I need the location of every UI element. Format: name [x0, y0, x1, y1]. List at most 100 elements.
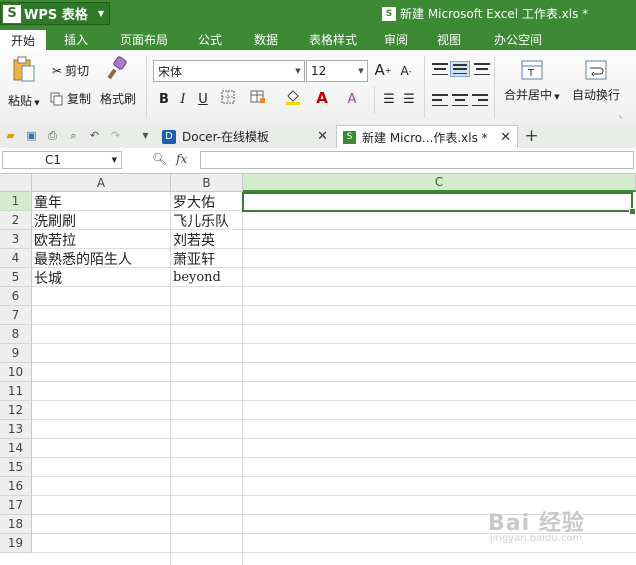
document-tab-bar: ▰ ▣ ⎙ ⌕ ↶ ↷ ▼ D Docer-在线模板 ✕ S 新建 Micro.… [0, 124, 636, 149]
decrease-indent-button[interactable]: ☰ [380, 90, 398, 108]
underline-button[interactable]: U [194, 90, 212, 108]
row-header[interactable]: 19 [0, 534, 32, 553]
column-header-a[interactable]: A [32, 174, 171, 192]
wps-logo-icon: S [3, 4, 21, 23]
align-bottom-button[interactable] [474, 63, 490, 75]
font-color-button[interactable]: A [313, 89, 331, 107]
menu-data[interactable]: 数据 [238, 28, 294, 50]
fill-color-button[interactable] [284, 90, 302, 108]
increase-indent-button[interactable]: ☰ [400, 90, 418, 108]
close-icon[interactable]: ✕ [317, 129, 328, 144]
merge-center-label: 合并居中 [504, 88, 553, 102]
align-middle-button[interactable] [450, 61, 470, 77]
menu-review[interactable]: 审阅 [372, 28, 420, 50]
grow-font-button[interactable]: A + [374, 61, 392, 79]
row-header[interactable]: 4 [0, 249, 32, 268]
align-top-button[interactable] [432, 63, 448, 75]
row-divider [32, 362, 636, 363]
row-header[interactable]: 2 [0, 211, 32, 230]
menu-home[interactable]: 开始 [0, 28, 46, 50]
cell-a3[interactable]: 欧若拉 [32, 230, 170, 249]
cell-b4[interactable]: 萧亚轩 [171, 249, 242, 268]
print-icon[interactable]: ⎙ [45, 128, 60, 143]
print-preview-icon[interactable]: ⌕ [66, 128, 81, 143]
clear-format-button[interactable]: A [343, 90, 361, 108]
row-header[interactable]: 10 [0, 363, 32, 382]
app-name: WPS 表格 [24, 8, 88, 23]
borders-button[interactable] [219, 90, 237, 108]
tab-current-workbook[interactable]: S 新建 Micro...作表.xls * ✕ [336, 125, 518, 148]
row-header[interactable]: 7 [0, 306, 32, 325]
shrink-font-button[interactable]: A- [397, 62, 415, 80]
cut-button[interactable]: ✂ 剪切 [52, 62, 89, 79]
merge-center-button[interactable]: T 合并居中 ▼ [504, 60, 560, 103]
tab-label: 新建 Micro...作表.xls * [362, 130, 488, 145]
row-header[interactable]: 1 [0, 192, 32, 211]
menu-formulas[interactable]: 公式 [182, 28, 238, 50]
cell-a5[interactable]: 长城 [32, 268, 170, 287]
cell-b3[interactable]: 刘若英 [171, 230, 242, 249]
row-divider [32, 381, 636, 382]
row-header[interactable]: 6 [0, 287, 32, 306]
row-header[interactable]: 15 [0, 458, 32, 477]
dialog-launcher-icon[interactable]: ⌞ [619, 110, 623, 119]
row-header[interactable]: 8 [0, 325, 32, 344]
menu-insert[interactable]: 插入 [46, 28, 106, 50]
magnifier-icon[interactable]: 🔍︎ [152, 152, 167, 166]
fill-pattern-button[interactable] [249, 90, 267, 108]
watermark-subtext: jingyan.baidu.com [490, 533, 583, 544]
align-right-button[interactable] [472, 94, 488, 106]
close-icon[interactable]: ✕ [500, 130, 511, 145]
save-icon[interactable]: ▣ [24, 128, 39, 143]
row-header[interactable]: 14 [0, 439, 32, 458]
cell-b5[interactable]: beyond [171, 268, 242, 287]
row-header[interactable]: 12 [0, 401, 32, 420]
row-header[interactable]: 3 [0, 230, 32, 249]
format-painter-button[interactable]: 格式刷 [100, 56, 136, 107]
new-tab-plus-icon[interactable]: + [524, 126, 539, 146]
open-folder-icon[interactable]: ▰ [3, 128, 18, 143]
row-header[interactable]: 18 [0, 515, 32, 534]
undo-icon[interactable]: ↶ [87, 128, 102, 143]
font-name-select[interactable]: 宋体 ▼ [153, 60, 305, 82]
name-box[interactable]: C1 ▼ [2, 151, 122, 169]
app-menu-button[interactable]: S WPS 表格 ▼ [0, 2, 110, 25]
redo-icon[interactable]: ↷ [108, 128, 123, 143]
copy-button[interactable]: 复制 [50, 90, 91, 107]
menu-office-space[interactable]: 办公空间 [478, 28, 558, 50]
row-header[interactable]: 13 [0, 420, 32, 439]
insert-function-button[interactable]: fx [176, 152, 187, 166]
cell-a4[interactable]: 最熟悉的陌生人 [32, 249, 170, 268]
row-header[interactable]: 5 [0, 268, 32, 287]
align-center-button[interactable] [452, 94, 468, 106]
customize-toolbar-icon[interactable]: ▼ [138, 128, 153, 143]
tab-docer-templates[interactable]: D Docer-在线模板 ✕ [156, 125, 334, 148]
paste-button[interactable]: 粘贴 ▼ [8, 56, 40, 109]
select-all-corner[interactable] [0, 174, 32, 192]
column-header-b[interactable]: B [171, 174, 243, 192]
cell-a1[interactable]: 童年 [32, 192, 170, 211]
wrap-text-button[interactable]: 自动换行 [572, 60, 620, 103]
svg-text:T: T [527, 68, 535, 79]
cell-b1[interactable]: 罗大佑 [171, 192, 242, 211]
menu-view[interactable]: 视图 [420, 28, 478, 50]
align-left-button[interactable] [432, 94, 448, 106]
row-header[interactable]: 11 [0, 382, 32, 401]
menu-page-layout[interactable]: 页面布局 [106, 28, 182, 50]
cell-b2[interactable]: 飞儿乐队 [171, 211, 242, 230]
italic-button[interactable]: I [174, 90, 192, 108]
row-header[interactable]: 16 [0, 477, 32, 496]
active-cell-c1[interactable] [242, 192, 633, 212]
window-title: S 新建 Microsoft Excel 工作表.xls * [382, 5, 588, 22]
row-header[interactable]: 9 [0, 344, 32, 363]
fill-handle[interactable] [629, 208, 636, 215]
row-header[interactable]: 17 [0, 496, 32, 515]
menu-table-style[interactable]: 表格样式 [294, 28, 372, 50]
formula-input[interactable] [200, 151, 634, 169]
chevron-down-icon: ▼ [32, 99, 40, 107]
bold-button[interactable]: B [155, 90, 173, 108]
cell-a2[interactable]: 洗刷刷 [32, 211, 170, 230]
font-size-select[interactable]: 12 ▼ [306, 60, 368, 82]
ribbon-divider [494, 56, 495, 118]
column-header-c[interactable]: C [243, 174, 636, 192]
